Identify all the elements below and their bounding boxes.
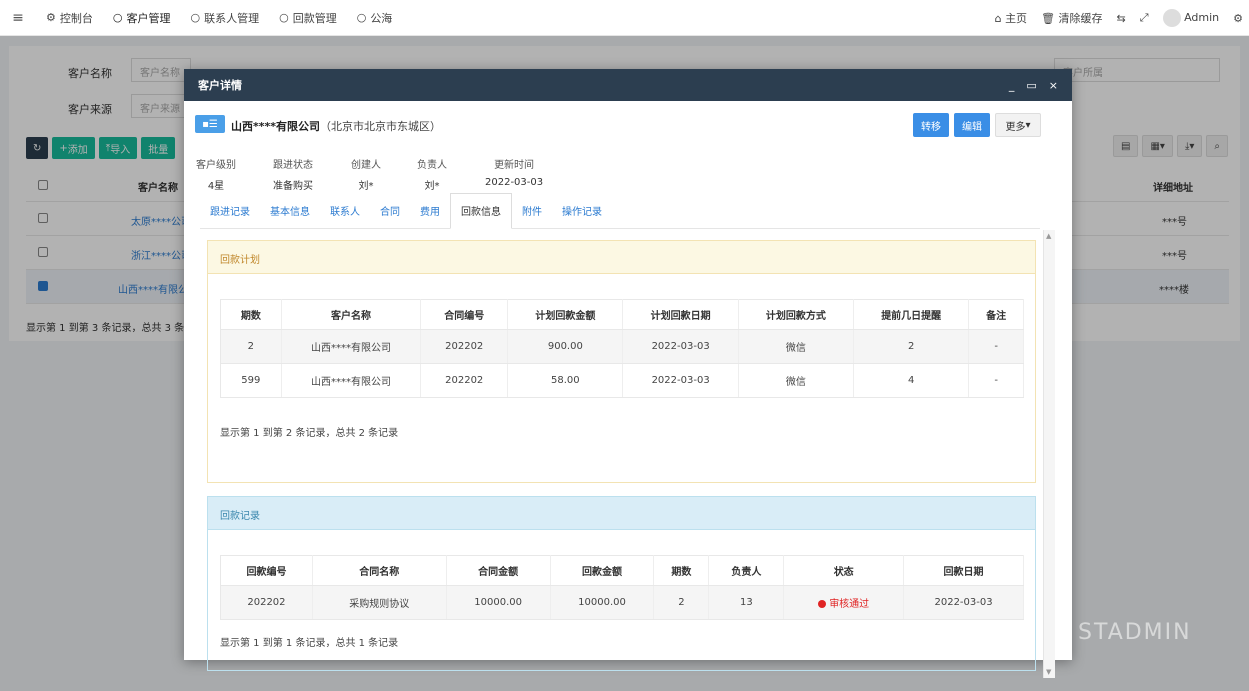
records-pagination-info: 显示第 1 到第 1 条记录，总共 1 条记录 [220, 638, 399, 649]
column-header: 状态 [783, 555, 905, 586]
customer-card-icon: ▪☰ [195, 115, 225, 133]
tab-operation-log[interactable]: 操作记录 [552, 203, 612, 228]
scroll-up-icon[interactable]: ▲ [1046, 232, 1051, 240]
tab-contracts[interactable]: 合同 [370, 203, 410, 228]
tab-attachments[interactable]: 附件 [512, 203, 552, 228]
column-header: 备注 [968, 299, 1024, 330]
modal-header: 客户详情 _ ▭ × [184, 69, 1072, 101]
nav-dashboard[interactable]: ⚙ 控制台 [36, 0, 103, 36]
nav-customers[interactable]: ○ 客户管理 [103, 0, 181, 36]
info-level: 客户级别 4星 [196, 160, 236, 192]
column-header: 回款日期 [903, 555, 1024, 586]
caret-down-icon: ▾ [1025, 119, 1031, 131]
minimize-icon[interactable]: _ [1009, 79, 1015, 92]
circle-icon: ○ [112, 11, 123, 24]
column-header: 负责人 [708, 555, 785, 586]
hamburger-icon[interactable]: ≡ [0, 10, 36, 26]
info-creator: 创建人 刘* [351, 160, 381, 192]
top-navbar: ≡ ⚙ 控制台 ○ 客户管理 ○ 联系人管理 ○ 回款管理 ○ 公海 ⌂ 主页 🗑 清除缓… [0, 0, 1249, 36]
payment-records-title: 回款记录 [208, 497, 1035, 530]
nav-public-pool[interactable]: ○ 公海 [347, 0, 403, 36]
home-link[interactable]: ⌂ 主页 [995, 10, 1027, 26]
info-owner: 负责人 刘* [417, 160, 447, 192]
home-icon: ⌂ [994, 12, 1002, 25]
nav-payments[interactable]: ○ 回款管理 [269, 0, 347, 36]
customer-detail-modal: 客户详情 _ ▭ × ▪☰ 山西****有限公司（北京市北京市东城区） 转移 编… [184, 69, 1072, 678]
column-header: 合同名称 [312, 555, 447, 586]
column-header: 回款编号 [220, 555, 313, 586]
column-header: 回款金额 [550, 555, 655, 586]
edit-button[interactable]: 编辑 [954, 113, 990, 137]
modal-scrollbar[interactable]: ▲ ▼ [1043, 230, 1055, 678]
tab-followup[interactable]: 跟进记录 [200, 203, 260, 228]
clear-cache-link[interactable]: 🗑 清除缓存 [1041, 10, 1102, 26]
plan-pagination-info: 显示第 1 到第 2 条记录，总共 2 条记录 [220, 428, 399, 439]
tab-basic-info[interactable]: 基本信息 [260, 203, 320, 228]
column-header: 计划回款方式 [738, 299, 855, 330]
column-header: 合同编号 [420, 299, 509, 330]
column-header: 计划回款日期 [622, 299, 739, 330]
avatar [1162, 9, 1181, 27]
column-header: 客户名称 [281, 299, 422, 330]
payment-plan-panel: 回款计划 期数 客户名称 合同编号 计划回款金额 计划回款日期 计划回款方式 提… [207, 240, 1036, 483]
info-status: 跟进状态 准备购买 [273, 160, 313, 192]
circle-icon: ○ [190, 11, 201, 24]
settings-icon[interactable]: ⚙ [1233, 12, 1243, 25]
customer-title: 山西****有限公司（北京市北京市东城区） [231, 120, 442, 133]
status-badge: 审核通过 [783, 585, 905, 620]
column-header: 期数 [653, 555, 710, 586]
more-dropdown[interactable]: 更多 ▾ [995, 113, 1041, 137]
window-controls: _ ▭ × [1009, 79, 1058, 92]
circle-icon: ○ [356, 11, 367, 24]
column-header: 合同金额 [446, 555, 551, 586]
watermark: STADMIN [1078, 620, 1192, 645]
translate-icon[interactable]: ⇆ [1117, 12, 1126, 25]
fullscreen-icon[interactable]: ⤢ [1140, 11, 1149, 25]
column-header: 计划回款金额 [507, 299, 624, 330]
scroll-down-icon[interactable]: ▼ [1046, 668, 1051, 676]
payment-plan-table: 期数 客户名称 合同编号 计划回款金额 计划回款日期 计划回款方式 提前几日提醒… [220, 299, 1024, 398]
payment-records-panel: 回款记录 回款编号 合同名称 合同金额 回款金额 期数 负责人 状态 回款日期 … [207, 496, 1036, 671]
maximize-icon[interactable]: ▭ [1026, 79, 1036, 92]
modal-body: ▪☰ 山西****有限公司（北京市北京市东城区） 转移 编辑 更多 ▾ 客户级别… [184, 101, 1072, 678]
nav-contacts[interactable]: ○ 联系人管理 [180, 0, 269, 36]
dashboard-icon: ⚙ [46, 11, 56, 24]
tab-expenses[interactable]: 费用 [410, 203, 450, 228]
info-updated: 更新时间 2022-03-03 [485, 160, 544, 188]
user-menu[interactable]: Admin [1162, 9, 1219, 27]
column-header: 期数 [220, 299, 282, 330]
tab-payment-info[interactable]: 回款信息 [450, 193, 512, 229]
payment-records-table: 回款编号 合同名称 合同金额 回款金额 期数 负责人 状态 回款日期 20220… [220, 555, 1024, 620]
table-row[interactable]: 202202 采购规则协议 10000.00 10000.00 2 13 审核通… [220, 585, 1024, 620]
trash-icon: 🗑 [1041, 12, 1056, 25]
table-row[interactable]: 2 山西****有限公司 202202 900.00 2022-03-03 微信… [220, 329, 1024, 364]
status-dot-icon [818, 600, 827, 608]
top-right-tools: ⌂ 主页 🗑 清除缓存 ⇆ ⤢ Admin ⚙ [995, 0, 1243, 36]
table-row[interactable]: 599 山西****有限公司 202202 58.00 2022-03-03 微… [220, 363, 1024, 398]
detail-tabs: 跟进记录 基本信息 联系人 合同 费用 回款信息 附件 操作记录 [200, 193, 1040, 229]
circle-icon: ○ [279, 11, 289, 24]
column-header: 提前几日提醒 [853, 299, 970, 330]
close-icon[interactable]: × [1049, 79, 1058, 92]
top-nav: ⚙ 控制台 ○ 客户管理 ○ 联系人管理 ○ 回款管理 ○ 公海 [36, 0, 402, 36]
tab-contacts[interactable]: 联系人 [320, 203, 370, 228]
modal-title: 客户详情 [198, 79, 242, 92]
payment-plan-title: 回款计划 [208, 241, 1035, 274]
transfer-button[interactable]: 转移 [913, 113, 949, 137]
